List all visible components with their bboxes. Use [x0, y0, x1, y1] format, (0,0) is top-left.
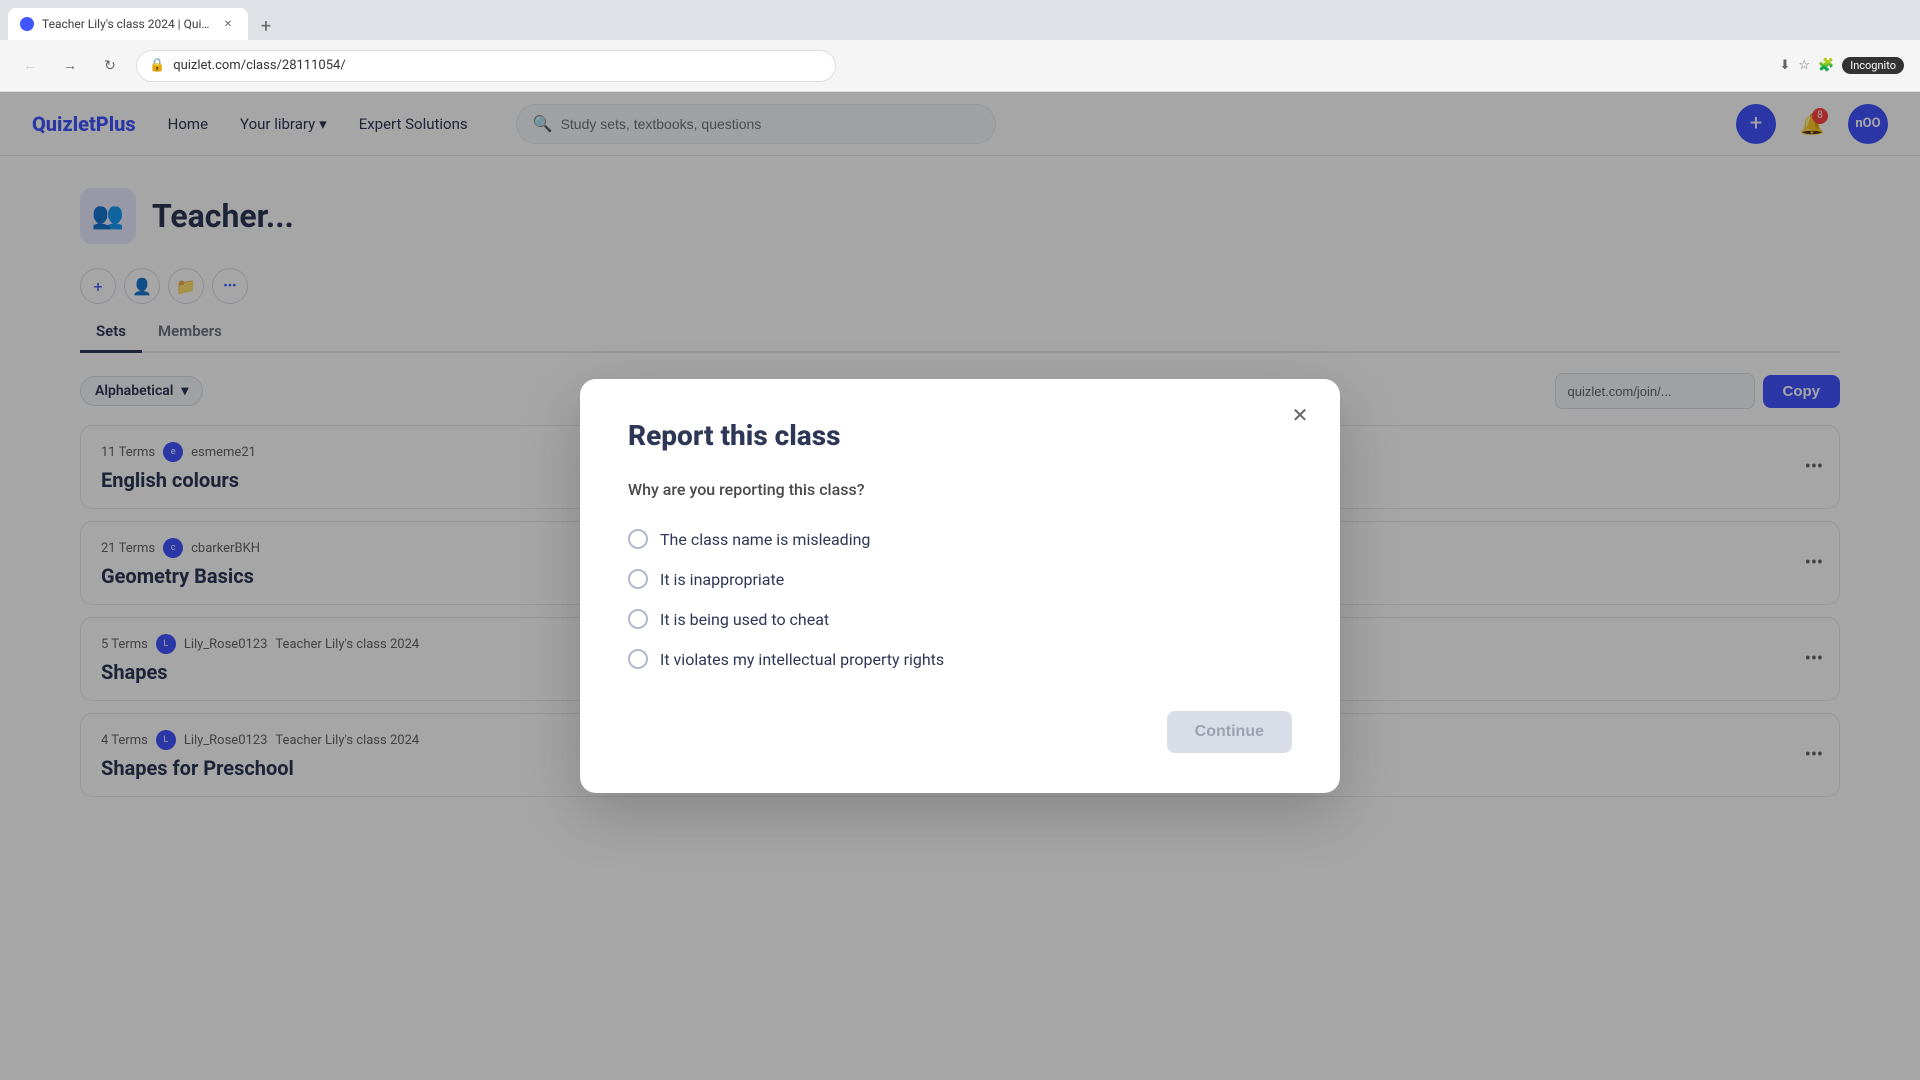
option-label-ip: It violates my intellectual property rig… — [660, 650, 944, 669]
radio-button-cheat[interactable] — [628, 609, 648, 629]
report-modal: ✕ Report this class Why are you reportin… — [580, 379, 1340, 793]
tab-favicon — [20, 17, 34, 31]
modal-title: Report this class — [628, 419, 1292, 452]
browser-header-actions: ⬇ ☆ 🧩 Incognito — [1779, 57, 1904, 74]
browser-window: Teacher Lily's class 2024 | Quizl... ✕ +… — [0, 0, 1920, 1080]
incognito-badge: Incognito — [1842, 57, 1904, 74]
option-label-inappropriate: It is inappropriate — [660, 570, 784, 589]
report-option-cheat[interactable]: It is being used to cheat — [628, 599, 1292, 639]
modal-close-button[interactable]: ✕ — [1284, 399, 1316, 431]
tab-close-button[interactable]: ✕ — [220, 16, 236, 32]
option-label-cheat: It is being used to cheat — [660, 610, 829, 629]
report-option-ip[interactable]: It violates my intellectual property rig… — [628, 639, 1292, 679]
continue-button[interactable]: Continue — [1167, 711, 1292, 753]
tab-title: Teacher Lily's class 2024 | Quizl... — [42, 17, 212, 31]
forward-button[interactable]: → — [56, 52, 84, 80]
url-text: quizlet.com/class/28111054/ — [173, 58, 346, 73]
new-tab-button[interactable]: + — [252, 12, 280, 40]
option-label-misleading: The class name is misleading — [660, 530, 870, 549]
back-button[interactable]: ← — [16, 52, 44, 80]
modal-footer: Continue — [628, 711, 1292, 753]
report-option-inappropriate[interactable]: It is inappropriate — [628, 559, 1292, 599]
radio-button-ip[interactable] — [628, 649, 648, 669]
modal-question: Why are you reporting this class? — [628, 480, 1292, 499]
report-option-misleading[interactable]: The class name is misleading — [628, 519, 1292, 559]
address-bar-row: ← → ↻ 🔒 quizlet.com/class/28111054/ ⬇ ☆ … — [0, 40, 1920, 92]
star-icon[interactable]: ☆ — [1798, 58, 1810, 73]
tab-bar: Teacher Lily's class 2024 | Quizl... ✕ + — [0, 0, 1920, 40]
radio-button-inappropriate[interactable] — [628, 569, 648, 589]
download-icon: ⬇ — [1779, 58, 1790, 73]
app-area: QuizletPlus Home Your library ▾ Expert S… — [0, 92, 1920, 1080]
browser-tab-active[interactable]: Teacher Lily's class 2024 | Quizl... ✕ — [8, 8, 248, 40]
modal-overlay[interactable]: ✕ Report this class Why are you reportin… — [0, 92, 1920, 1080]
url-bar[interactable]: 🔒 quizlet.com/class/28111054/ — [136, 50, 836, 82]
extension-icon[interactable]: 🧩 — [1818, 58, 1834, 73]
radio-button-misleading[interactable] — [628, 529, 648, 549]
refresh-button[interactable]: ↻ — [96, 52, 124, 80]
